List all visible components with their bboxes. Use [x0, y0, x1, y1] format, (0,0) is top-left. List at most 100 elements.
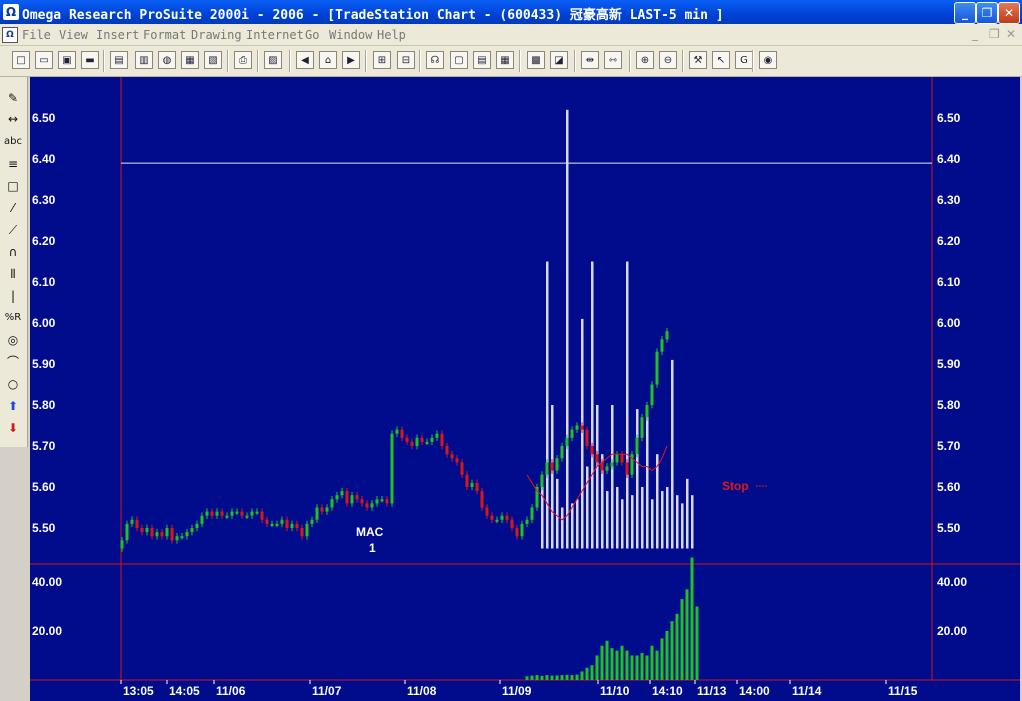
price-bar [270, 523, 274, 526]
trendline-tool[interactable]: ⁄ [3, 198, 23, 218]
vertical-lines-tool[interactable]: ⦀ [3, 264, 23, 284]
menu-window[interactable]: Window [329, 28, 372, 42]
print-icon[interactable]: ⎙ [234, 51, 252, 69]
percent-retracement-tool[interactable]: %R [3, 308, 23, 328]
zoom-style-icon[interactable]: ◪ [550, 51, 568, 69]
arc-tool[interactable]: ∩ [3, 242, 23, 262]
mdi-close-button[interactable]: ✕ [1006, 27, 1016, 41]
goto-icon[interactable]: G [735, 51, 753, 69]
minimize-button[interactable]: _ [954, 2, 976, 24]
pointer-icon[interactable]: ↖ [712, 51, 730, 69]
zoom-in-icon[interactable]: ⊕ [636, 51, 654, 69]
expand-icon[interactable]: ⇿ [604, 51, 622, 69]
menu-insert[interactable]: Insert [96, 28, 139, 42]
price-bar [135, 519, 139, 528]
volume-bar [690, 557, 694, 680]
menu-format[interactable]: Format [143, 28, 186, 42]
spiral-tool[interactable]: ◎ [3, 330, 23, 350]
rectangle-tool[interactable]: □ [3, 176, 23, 196]
curve-tool[interactable]: ⌒ [3, 352, 23, 372]
time-label: 11/07 [312, 684, 342, 698]
toolbar-separator [419, 50, 421, 72]
histogram-bar [651, 499, 654, 549]
price-bar [385, 499, 389, 504]
price-bar [575, 425, 579, 430]
folder-icon[interactable]: ▬ [81, 51, 99, 69]
price-bar [585, 429, 589, 446]
price-bar [295, 523, 299, 528]
vertical-line-tool[interactable]: | [3, 286, 23, 306]
mdi-restore-button[interactable]: ❐ [989, 27, 1000, 41]
text-tool[interactable]: abc [3, 132, 23, 152]
price-bar [120, 540, 124, 549]
price-chart[interactable]: 6.50 6.50 6.40 6.40 6.30 6.30 6.20 6.20 6.10 6.10… [30, 77, 1020, 701]
maximize-button[interactable]: ❐ [976, 2, 998, 24]
chart-canvas[interactable]: 6.50 6.50 6.40 6.40 6.30 6.30 6.20 6.20 6.10 6.10… [30, 77, 1020, 701]
price-bar [255, 511, 259, 514]
histogram-bar [671, 359, 674, 549]
properties-icon[interactable]: ▨ [264, 51, 282, 69]
compress-icon[interactable]: ⇹ [581, 51, 599, 69]
forward-icon[interactable]: ▶ [342, 51, 360, 69]
price-bar [310, 519, 314, 524]
buy-arrow-tool[interactable]: ⬆ [3, 396, 23, 416]
window-icon[interactable]: ▤ [110, 51, 128, 69]
new-icon[interactable]: □ [12, 51, 30, 69]
zoom-out-icon[interactable]: ⊖ [659, 51, 677, 69]
grid-icon[interactable]: ▤ [473, 51, 491, 69]
sell-arrow-tool[interactable]: ⬇ [3, 418, 23, 438]
pencil-tool[interactable]: ✎ [3, 88, 23, 108]
menu-help[interactable]: Help [377, 28, 406, 42]
price-tick-label-left: 6.50 [32, 111, 56, 125]
save-all-icon[interactable]: ▣ [58, 51, 76, 69]
data-icon[interactable]: ▧ [204, 51, 222, 69]
menu-file[interactable]: File [22, 28, 51, 42]
back-icon[interactable]: ◀ [296, 51, 314, 69]
cap-icon[interactable]: ◉ [759, 51, 777, 69]
expert-icon[interactable]: ☊ [426, 51, 444, 69]
price-bar [470, 482, 474, 487]
price-bar [325, 507, 329, 512]
histogram-bar [666, 487, 669, 549]
mdi-minimize-button[interactable]: _ [972, 27, 978, 41]
symbol-icon[interactable]: ▢ [450, 51, 468, 69]
histogram-bar [576, 499, 579, 549]
price-bar [350, 495, 354, 504]
globe-icon[interactable]: ◍ [158, 51, 176, 69]
chart-icon[interactable]: ▥ [135, 51, 153, 69]
close-button[interactable]: ✕ [998, 2, 1020, 24]
fan-tool[interactable]: ⟋ [3, 220, 23, 240]
price-bar [465, 474, 469, 487]
time-label: 11/10 [600, 684, 630, 698]
volume-bar [545, 675, 549, 680]
volume-bar [630, 655, 634, 680]
document-icon[interactable]: Ω [2, 27, 18, 43]
price-bar [200, 515, 204, 524]
price-bar [440, 433, 444, 446]
price-tick-label-right: 6.10 [937, 275, 961, 289]
insert-study-icon[interactable]: ⊟ [397, 51, 415, 69]
menu-drawing[interactable]: Drawing [191, 28, 242, 42]
histogram-bar [681, 503, 684, 549]
insert-indicator-icon[interactable]: ⊞ [373, 51, 391, 69]
open-icon[interactable]: ▭ [35, 51, 53, 69]
horizontal-line-tool[interactable]: ↔ [3, 109, 23, 129]
bar-style-icon[interactable]: ▩ [527, 51, 545, 69]
price-bar [290, 523, 294, 528]
menu-view[interactable]: View [59, 28, 88, 42]
histogram-bar [626, 261, 629, 549]
ellipse-tool[interactable]: ○ [3, 374, 23, 394]
price-bar [230, 511, 234, 516]
chart-analysis-icon[interactable]: ▦ [181, 51, 199, 69]
home-icon[interactable]: ⌂ [319, 51, 337, 69]
histogram-bar [551, 405, 554, 549]
omega-app-icon[interactable]: Ω [3, 4, 19, 20]
lines-tool[interactable]: ≡ [3, 154, 23, 174]
volume-tick-label-left: 40.00 [32, 575, 62, 589]
menu-go[interactable]: Go [305, 28, 319, 42]
table-icon[interactable]: ▦ [496, 51, 514, 69]
price-bar [660, 339, 664, 352]
price-tick-label-right: 6.00 [937, 316, 961, 330]
menu-internet[interactable]: Internet [246, 28, 304, 42]
tools-icon[interactable]: ⚒ [689, 51, 707, 69]
